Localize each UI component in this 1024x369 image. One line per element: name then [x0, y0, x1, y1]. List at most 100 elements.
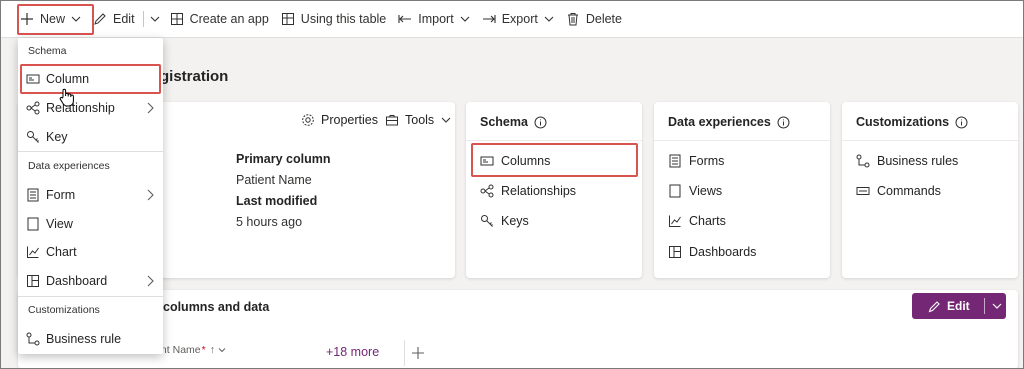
- table-usage-icon: [281, 12, 295, 26]
- command-icon: [856, 184, 870, 198]
- info-icon: [777, 116, 790, 129]
- columns-and-data-title: columns and data: [163, 300, 270, 314]
- pencil-icon: [93, 12, 107, 26]
- chevron-right-icon: [145, 275, 155, 287]
- view-icon: [26, 217, 40, 231]
- menu-item-dashboard[interactable]: Dashboard: [18, 267, 163, 295]
- key-icon: [26, 130, 40, 144]
- menu-item-business-rule[interactable]: Business rule: [18, 325, 163, 353]
- menu-item-view[interactable]: View: [18, 210, 163, 238]
- menu-separator: [18, 296, 163, 297]
- export-button[interactable]: Export: [476, 5, 560, 33]
- export-arrow-icon: [482, 12, 496, 26]
- business-rule-icon: [26, 332, 40, 346]
- import-button[interactable]: Import: [392, 5, 475, 33]
- export-label: Export: [501, 11, 538, 26]
- data-experiences-card: Data experiences Forms Views Charts Dash…: [654, 102, 830, 278]
- using-this-table-button[interactable]: Using this table: [275, 5, 392, 33]
- customizations-card: Customizations Business rules Commands: [842, 102, 1018, 278]
- view-icon: [668, 184, 682, 198]
- properties-button[interactable]: Properties: [301, 113, 378, 127]
- gear-icon: [301, 113, 315, 127]
- card-divider: [466, 140, 642, 141]
- menu-section-data-experiences: Data experiences: [28, 160, 110, 172]
- new-button-label: New: [40, 11, 66, 26]
- relationships-label: Relationships: [501, 184, 577, 198]
- card-divider: [654, 140, 830, 141]
- customizations-card-title: Customizations: [856, 115, 968, 129]
- views-link[interactable]: Views: [668, 184, 722, 198]
- chevron-down-icon: [460, 14, 470, 24]
- views-label: Views: [689, 184, 723, 198]
- dashboard-icon: [668, 245, 682, 259]
- add-column-button[interactable]: [404, 340, 430, 366]
- new-button[interactable]: New: [14, 5, 87, 33]
- edit-dropdown-button[interactable]: [146, 5, 164, 33]
- import-arrow-icon: [398, 12, 412, 26]
- new-dropdown-menu: Schema Column Relationship Key Data expe…: [18, 38, 163, 354]
- menu-separator: [18, 151, 163, 152]
- required-marker: *: [201, 344, 206, 356]
- menu-item-column[interactable]: Column: [18, 65, 163, 93]
- edit-table-button[interactable]: Edit: [912, 293, 1006, 319]
- toolbar-divider: [142, 10, 144, 27]
- chevron-down-icon: [218, 346, 226, 354]
- last-modified-value: 5 hours ago: [236, 215, 303, 229]
- menu-item-business-rule-label: Business rule: [46, 332, 122, 346]
- dashboard-icon: [26, 274, 40, 288]
- page-title: gistration: [160, 68, 229, 85]
- chevron-down-icon[interactable]: [991, 300, 1003, 312]
- form-icon: [26, 188, 40, 202]
- chevron-right-icon: [145, 102, 155, 114]
- key-icon: [480, 214, 494, 228]
- business-rules-link[interactable]: Business rules: [856, 154, 958, 168]
- schema-keys-link[interactable]: Keys: [480, 214, 529, 228]
- chart-icon: [668, 214, 682, 228]
- menu-item-form[interactable]: Form: [18, 181, 163, 209]
- plus-icon: [20, 12, 34, 26]
- menu-item-relationship[interactable]: Relationship: [18, 94, 163, 122]
- column-icon: [480, 154, 494, 168]
- schema-card-title: Schema: [480, 115, 547, 129]
- info-icon: [955, 116, 968, 129]
- forms-link[interactable]: Forms: [668, 154, 724, 168]
- commands-link[interactable]: Commands: [856, 184, 941, 198]
- edit-button[interactable]: Edit: [87, 5, 141, 33]
- customizations-title-text: Customizations: [856, 115, 950, 129]
- tools-button[interactable]: Tools: [385, 113, 451, 127]
- schema-card: Schema Columns Relationships Keys: [466, 102, 642, 278]
- split-divider: [983, 298, 985, 314]
- form-icon: [668, 154, 682, 168]
- info-icon: [534, 116, 547, 129]
- business-rules-label: Business rules: [877, 154, 959, 168]
- chevron-right-icon: [145, 189, 155, 201]
- more-columns-button[interactable]: +18 more: [326, 345, 379, 359]
- delete-label: Delete: [585, 11, 622, 26]
- pencil-icon: [928, 300, 941, 313]
- delete-button[interactable]: Delete: [560, 5, 628, 33]
- menu-item-form-label: Form: [46, 188, 76, 202]
- schema-relationships-link[interactable]: Relationships: [480, 184, 576, 198]
- card-divider: [842, 140, 1018, 141]
- menu-item-view-label: View: [46, 217, 73, 231]
- menu-item-relationship-label: Relationship: [46, 101, 115, 115]
- forms-label: Forms: [689, 154, 725, 168]
- menu-item-key[interactable]: Key: [18, 123, 163, 151]
- properties-label: Properties: [321, 113, 378, 127]
- trash-icon: [566, 12, 580, 26]
- menu-item-column-label: Column: [46, 72, 90, 86]
- schema-columns-link[interactable]: Columns: [480, 154, 550, 168]
- schema-title-text: Schema: [480, 115, 528, 129]
- menu-section-customizations: Customizations: [28, 304, 100, 316]
- dashboards-link[interactable]: Dashboards: [668, 245, 756, 259]
- chevron-down-icon: [544, 14, 554, 24]
- menu-item-chart[interactable]: Chart: [18, 238, 163, 266]
- create-app-button[interactable]: Create an app: [164, 5, 275, 33]
- menu-item-key-label: Key: [46, 130, 68, 144]
- chevron-down-icon: [71, 14, 81, 24]
- last-modified-label: Last modified: [236, 194, 318, 208]
- charts-link[interactable]: Charts: [668, 214, 726, 228]
- business-rule-icon: [856, 154, 870, 168]
- charts-label: Charts: [689, 214, 726, 228]
- plus-icon: [411, 346, 425, 360]
